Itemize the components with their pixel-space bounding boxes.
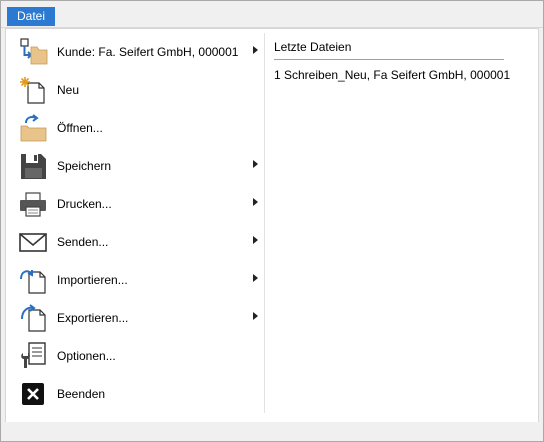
ribbon-tab-bar: Datei [1,1,543,28]
mail-icon [18,227,48,257]
printer-icon [18,189,48,219]
menu-item-label: Optionen... [57,349,116,363]
import-icon [18,265,48,295]
recent-files-section: Letzte Dateien 1 Schreiben_Neu, Fa Seife… [274,39,510,82]
submenu-arrow-icon [253,236,258,244]
menu-item-label: Öffnen... [57,121,103,135]
menu-item-open[interactable]: Öffnen... [6,109,264,147]
submenu-arrow-icon [253,274,258,282]
recent-files-title: Letzte Dateien [274,39,504,60]
new-document-icon [18,75,48,105]
options-icon [18,341,48,371]
status-bar [1,422,543,441]
export-icon [18,303,48,333]
save-icon [18,151,48,181]
menu-item-send[interactable]: Senden... [6,223,264,261]
menu-item-label: Speichern [57,159,112,173]
open-folder-icon [18,113,48,143]
menu-item-import[interactable]: Importieren... [6,261,264,299]
file-menu: Kunde: Fa. Seifert GmbH, 000001 Neu Öffn… [6,33,264,413]
menu-item-label: Importieren... [57,273,128,287]
menu-item-exit[interactable]: Beenden [6,375,264,413]
menu-item-label: Drucken... [57,197,112,211]
submenu-arrow-icon [253,160,258,168]
menu-item-print[interactable]: Drucken... [6,185,264,223]
menu-item-label: Kunde: Fa. Seifert GmbH, 000001 [57,45,239,59]
backstage-panel: Kunde: Fa. Seifert GmbH, 000001 Neu Öffn… [5,28,539,423]
menu-item-export[interactable]: Exportieren... [6,299,264,337]
submenu-arrow-icon [253,46,258,54]
file-menu-window: Datei Kunde: Fa. Seifert GmbH, 000001 Ne… [0,0,544,442]
tab-datei[interactable]: Datei [7,7,56,26]
exit-icon [18,379,48,409]
menu-item-new[interactable]: Neu [6,71,264,109]
submenu-arrow-icon [253,312,258,320]
menu-item-options[interactable]: Optionen... [6,337,264,375]
customer-folder-icon [18,37,48,67]
menu-item-customer[interactable]: Kunde: Fa. Seifert GmbH, 000001 [6,33,264,71]
submenu-arrow-icon [253,198,258,206]
panel-divider [264,33,265,413]
menu-item-label: Neu [57,83,80,97]
menu-item-save[interactable]: Speichern [6,147,264,185]
menu-item-label: Exportieren... [57,311,129,325]
menu-item-label: Senden... [57,235,109,249]
menu-item-label: Beenden [57,387,106,401]
recent-file-item[interactable]: 1 Schreiben_Neu, Fa Seifert GmbH, 000001 [274,68,510,82]
